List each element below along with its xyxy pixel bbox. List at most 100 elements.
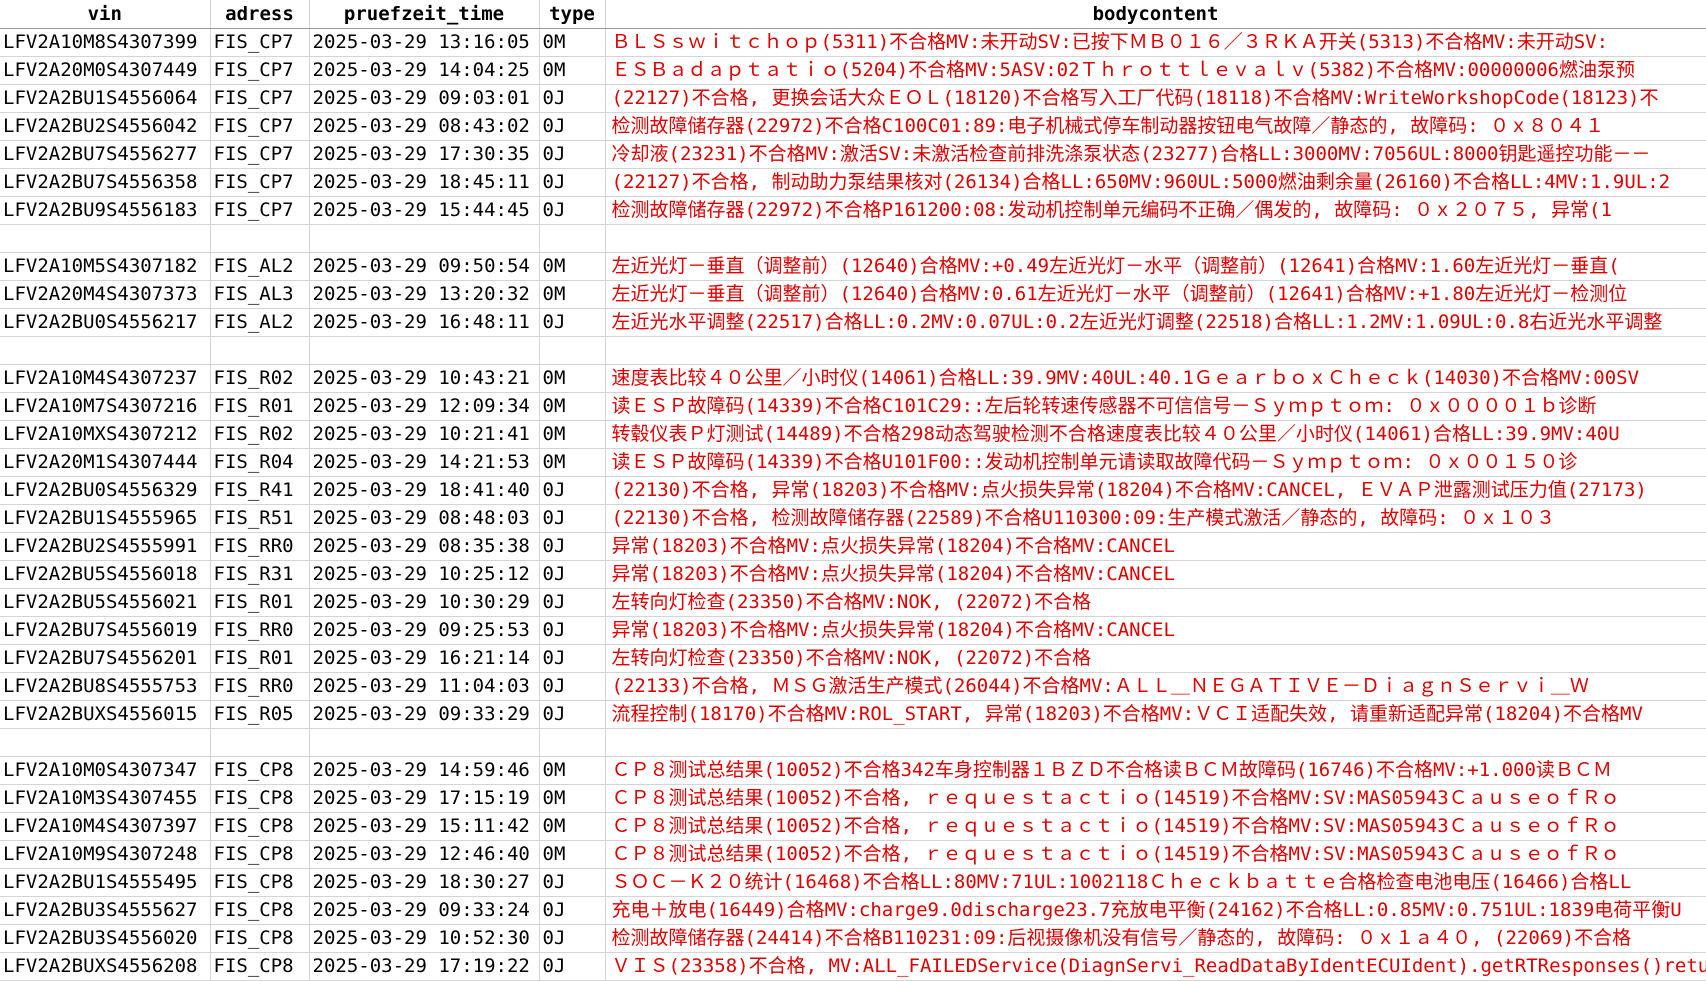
cell-type[interactable]: 0M	[539, 28, 606, 57]
empty-cell[interactable]	[0, 728, 211, 757]
cell-vin[interactable]: LFV2A2BU0S4556217	[0, 308, 211, 337]
cell-vin[interactable]: LFV2A2BU7S4556358	[0, 168, 211, 197]
cell-pruefzeit-time[interactable]: 2025-03-29 14:04:25	[309, 56, 540, 85]
cell-bodycontent[interactable]: ＣＰ８测试总结果(10052)不合格, ｒｅｑｕｅｓｔａｃｔｉｏ(14519)不…	[605, 812, 1706, 841]
empty-cell[interactable]	[0, 224, 211, 253]
cell-pruefzeit-time[interactable]: 2025-03-29 09:33:29	[309, 700, 540, 729]
cell-vin[interactable]: LFV2A2BU7S4556201	[0, 644, 211, 673]
cell-type[interactable]: 0J	[539, 504, 606, 533]
cell-vin[interactable]: LFV2A10M4S4307237	[0, 364, 211, 393]
column-header-adress[interactable]: adress	[210, 0, 310, 29]
cell-type[interactable]: 0J	[539, 700, 606, 729]
cell-vin[interactable]: LFV2A20M0S4307449	[0, 56, 211, 85]
cell-adress[interactable]: FIS_CP8	[210, 868, 310, 897]
cell-vin[interactable]: LFV2A2BU1S4555965	[0, 504, 211, 533]
cell-pruefzeit-time[interactable]: 2025-03-29 13:20:32	[309, 280, 540, 309]
cell-vin[interactable]: LFV2A10M0S4307347	[0, 756, 211, 785]
cell-bodycontent[interactable]: 流程控制(18170)不合格MV:ROL_START, 异常(18203)不合格…	[605, 700, 1706, 729]
cell-pruefzeit-time[interactable]: 2025-03-29 08:35:38	[309, 532, 540, 561]
cell-type[interactable]: 0J	[539, 532, 606, 561]
cell-adress[interactable]: FIS_RR0	[210, 616, 310, 645]
empty-cell[interactable]	[539, 728, 606, 757]
cell-bodycontent[interactable]: ＶＩＳ(23358)不合格, MV:ALL_FAILEDService(Diag…	[605, 952, 1706, 981]
cell-vin[interactable]: LFV2A10M7S4307216	[0, 392, 211, 421]
cell-pruefzeit-time[interactable]: 2025-03-29 09:33:24	[309, 896, 540, 925]
cell-adress[interactable]: FIS_CP7	[210, 56, 310, 85]
cell-type[interactable]: 0M	[539, 252, 606, 281]
cell-vin[interactable]: LFV2A2BU9S4556183	[0, 196, 211, 225]
cell-vin[interactable]: LFV2A2BU5S4556018	[0, 560, 211, 589]
cell-pruefzeit-time[interactable]: 2025-03-29 08:48:03	[309, 504, 540, 533]
cell-bodycontent[interactable]: 冷却液(23231)不合格MV:激活SV:未激活检查前排洗涤泵状态(23277)…	[605, 140, 1706, 169]
column-header-vin[interactable]: vin	[0, 0, 211, 29]
cell-type[interactable]: 0J	[539, 924, 606, 953]
cell-adress[interactable]: FIS_R01	[210, 588, 310, 617]
empty-cell[interactable]	[539, 224, 606, 253]
empty-cell[interactable]	[605, 224, 1706, 253]
cell-pruefzeit-time[interactable]: 2025-03-29 14:21:53	[309, 448, 540, 477]
cell-type[interactable]: 0J	[539, 476, 606, 505]
cell-vin[interactable]: LFV2A10M5S4307182	[0, 252, 211, 281]
cell-adress[interactable]: FIS_R05	[210, 700, 310, 729]
cell-bodycontent[interactable]: (22130)不合格, 异常(18203)不合格MV:点火损失异常(18204)…	[605, 476, 1706, 505]
cell-adress[interactable]: FIS_CP7	[210, 196, 310, 225]
cell-type[interactable]: 0M	[539, 784, 606, 813]
column-header-bodycontent[interactable]: bodycontent	[605, 0, 1706, 29]
cell-type[interactable]: 0J	[539, 672, 606, 701]
cell-type[interactable]: 0J	[539, 644, 606, 673]
cell-type[interactable]: 0M	[539, 756, 606, 785]
cell-adress[interactable]: FIS_CP7	[210, 140, 310, 169]
cell-adress[interactable]: FIS_CP8	[210, 840, 310, 869]
cell-vin[interactable]: LFV2A10M4S4307397	[0, 812, 211, 841]
cell-pruefzeit-time[interactable]: 2025-03-29 10:43:21	[309, 364, 540, 393]
cell-adress[interactable]: FIS_CP8	[210, 924, 310, 953]
cell-type[interactable]: 0J	[539, 868, 606, 897]
cell-pruefzeit-time[interactable]: 2025-03-29 12:09:34	[309, 392, 540, 421]
cell-bodycontent[interactable]: 异常(18203)不合格MV:点火损失异常(18204)不合格MV:CANCEL	[605, 532, 1706, 561]
cell-pruefzeit-time[interactable]: 2025-03-29 16:21:14	[309, 644, 540, 673]
cell-bodycontent[interactable]: 左转向灯检查(23350)不合格MV:NOK, (22072)不合格	[605, 644, 1706, 673]
cell-pruefzeit-time[interactable]: 2025-03-29 13:16:05	[309, 28, 540, 57]
empty-cell[interactable]	[210, 224, 310, 253]
cell-pruefzeit-time[interactable]: 2025-03-29 18:41:40	[309, 476, 540, 505]
empty-cell[interactable]	[309, 224, 540, 253]
cell-vin[interactable]: LFV2A2BU3S4556020	[0, 924, 211, 953]
cell-adress[interactable]: FIS_RR0	[210, 532, 310, 561]
cell-type[interactable]: 0M	[539, 392, 606, 421]
cell-adress[interactable]: FIS_CP7	[210, 84, 310, 113]
cell-adress[interactable]: FIS_R02	[210, 420, 310, 449]
cell-pruefzeit-time[interactable]: 2025-03-29 15:44:45	[309, 196, 540, 225]
cell-adress[interactable]: FIS_AL2	[210, 252, 310, 281]
cell-vin[interactable]: LFV2A2BU2S4556042	[0, 112, 211, 141]
cell-type[interactable]: 0J	[539, 896, 606, 925]
empty-cell[interactable]	[309, 728, 540, 757]
cell-bodycontent[interactable]: ＣＰ８测试总结果(10052)不合格, ｒｅｑｕｅｓｔａｃｔｉｏ(14519)不…	[605, 840, 1706, 869]
cell-type[interactable]: 0M	[539, 420, 606, 449]
cell-bodycontent[interactable]: 异常(18203)不合格MV:点火损失异常(18204)不合格MV:CANCEL	[605, 616, 1706, 645]
cell-pruefzeit-time[interactable]: 2025-03-29 10:25:12	[309, 560, 540, 589]
cell-bodycontent[interactable]: 异常(18203)不合格MV:点火损失异常(18204)不合格MV:CANCEL	[605, 560, 1706, 589]
cell-type[interactable]: 0M	[539, 280, 606, 309]
cell-type[interactable]: 0J	[539, 140, 606, 169]
cell-pruefzeit-time[interactable]: 2025-03-29 11:04:03	[309, 672, 540, 701]
cell-adress[interactable]: FIS_R01	[210, 392, 310, 421]
cell-bodycontent[interactable]: 检测故障储存器(22972)不合格P161200:08:发动机控制单元编码不正确…	[605, 196, 1706, 225]
cell-vin[interactable]: LFV2A2BU1S4555495	[0, 868, 211, 897]
cell-type[interactable]: 0M	[539, 840, 606, 869]
cell-bodycontent[interactable]: (22133)不合格, ＭＳＧ激活生产模式(26044)不合格MV:ＡＬＬ＿ＮＥ…	[605, 672, 1706, 701]
empty-cell[interactable]	[210, 336, 310, 365]
cell-bodycontent[interactable]: 检测故障储存器(24414)不合格B110231:09:后视摄像机没有信号／静态…	[605, 924, 1706, 953]
cell-vin[interactable]: LFV2A2BU0S4556329	[0, 476, 211, 505]
cell-pruefzeit-time[interactable]: 2025-03-29 18:45:11	[309, 168, 540, 197]
cell-adress[interactable]: FIS_AL3	[210, 280, 310, 309]
cell-pruefzeit-time[interactable]: 2025-03-29 16:48:11	[309, 308, 540, 337]
cell-vin[interactable]: LFV2A2BU7S4556019	[0, 616, 211, 645]
cell-bodycontent[interactable]: ＣＰ８测试总结果(10052)不合格, ｒｅｑｕｅｓｔａｃｔｉｏ(14519)不…	[605, 784, 1706, 813]
empty-cell[interactable]	[539, 336, 606, 365]
cell-pruefzeit-time[interactable]: 2025-03-29 17:15:19	[309, 784, 540, 813]
cell-vin[interactable]: LFV2A10MXS4307212	[0, 420, 211, 449]
cell-vin[interactable]: LFV2A2BU2S4555991	[0, 532, 211, 561]
cell-pruefzeit-time[interactable]: 2025-03-29 12:46:40	[309, 840, 540, 869]
empty-cell[interactable]	[605, 336, 1706, 365]
cell-adress[interactable]: FIS_R01	[210, 644, 310, 673]
